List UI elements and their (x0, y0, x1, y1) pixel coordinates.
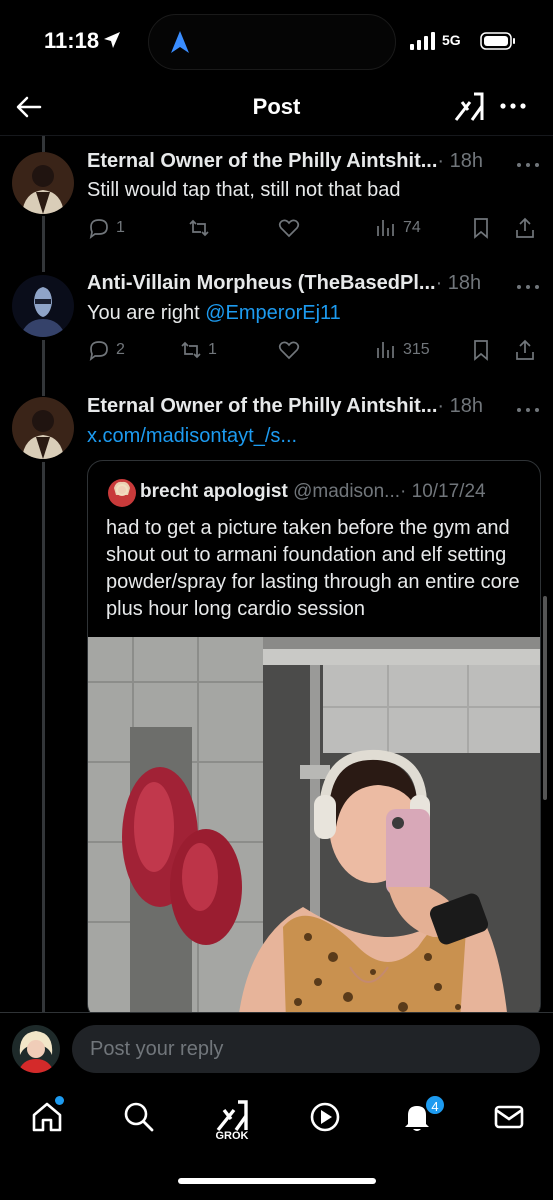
reply-input[interactable] (72, 1025, 540, 1073)
bookmark-icon (474, 340, 488, 361)
like-button[interactable] (277, 214, 306, 242)
heart-icon (278, 219, 300, 238)
thread-connector (42, 340, 45, 396)
avatar[interactable] (12, 152, 74, 214)
video-play-icon[interactable] (308, 1100, 342, 1134)
reply-bar (0, 1012, 553, 1084)
views-button[interactable]: 74 (374, 214, 421, 242)
navigation-arrow-icon (171, 31, 189, 53)
quoted-photo[interactable] (88, 637, 541, 1020)
home-indicator[interactable] (178, 1178, 376, 1184)
bookmark-button[interactable] (469, 214, 498, 242)
display-name[interactable]: Eternal Owner of the Philly Aintshit... (87, 395, 437, 417)
search-icon[interactable] (122, 1100, 156, 1134)
reply-button[interactable]: 2 (87, 336, 125, 364)
thread-connector (42, 462, 45, 1012)
post-header: Post (0, 80, 553, 136)
display-name[interactable]: Anti-Villain Morpheus (TheBasedPl... (87, 272, 436, 294)
quoted-avatar[interactable] (108, 479, 136, 507)
scrollbar[interactable] (543, 596, 547, 800)
tweet-actions: 1 74 (87, 214, 547, 242)
display-name[interactable]: Eternal Owner of the Philly Aintshit... (87, 150, 437, 172)
more-options-icon[interactable] (514, 157, 542, 173)
retweet-button[interactable]: 1 (179, 336, 217, 364)
quoted-display-name[interactable]: brecht apologist (140, 481, 288, 502)
views-chart-icon (377, 220, 394, 236)
retweet-icon (189, 219, 209, 237)
messages-envelope-icon[interactable] (492, 1100, 526, 1134)
views-button[interactable]: 315 (374, 336, 430, 364)
retweet-count: 1 (208, 341, 217, 358)
thread-connector (42, 216, 45, 272)
grok-tab-label: GROK (215, 1130, 249, 1142)
timestamp[interactable]: · 18h (437, 395, 483, 417)
retweet-button[interactable] (187, 214, 216, 242)
mention-link[interactable]: @EmperorEj11 (205, 302, 341, 324)
timestamp[interactable]: · 18h (436, 272, 482, 294)
notifications-badge: 4 (424, 1094, 446, 1116)
view-count: 74 (403, 219, 421, 236)
tweet-link[interactable]: x.com/madisontayt_/s... (87, 423, 537, 449)
heart-icon (278, 341, 300, 360)
view-count: 315 (403, 341, 430, 358)
quoted-date: · 10/17/24 (400, 481, 486, 502)
cellular-signal-icon (410, 32, 435, 50)
views-chart-icon (377, 342, 394, 358)
share-icon (516, 217, 534, 238)
quoted-tweet[interactable]: brecht apologist @madison...· 10/17/24 h… (87, 460, 541, 1020)
bookmark-icon (474, 218, 488, 239)
home-unread-dot (55, 1096, 64, 1105)
share-button[interactable] (513, 214, 542, 242)
more-options-icon[interactable] (514, 402, 542, 418)
share-icon (516, 339, 534, 360)
tweet-text-prefix: You are right (87, 302, 206, 324)
reply-count: 1 (116, 219, 125, 236)
location-arrow-icon (104, 32, 120, 48)
reply-button[interactable]: 1 (87, 214, 125, 242)
bookmark-button[interactable] (469, 336, 498, 364)
avatar[interactable] (12, 397, 74, 459)
tweet-actions: 2 1 315 (87, 336, 547, 364)
more-options-icon[interactable] (514, 279, 542, 295)
more-options-icon[interactable] (498, 94, 528, 118)
reply-icon (89, 341, 108, 362)
home-icon[interactable] (30, 1100, 64, 1134)
reply-icon (89, 219, 108, 240)
share-button[interactable] (513, 336, 542, 364)
battery-icon (480, 32, 515, 50)
user-avatar[interactable] (12, 1025, 60, 1073)
grok-icon[interactable] (452, 90, 486, 124)
timestamp[interactable]: · 18h (437, 150, 483, 172)
network-type: 5G (442, 32, 461, 48)
tweet-text: Still would tap that, still not that bad (87, 179, 401, 201)
tweet-text: You are right @EmperorEj11 (87, 300, 537, 326)
reply-count: 2 (116, 341, 125, 358)
status-bar: 11:18 5G (0, 0, 553, 80)
quoted-handle[interactable]: @madison... (293, 481, 400, 502)
status-time: 11:18 (44, 28, 100, 53)
retweet-icon (181, 341, 201, 359)
avatar[interactable] (12, 275, 74, 337)
like-button[interactable] (277, 336, 306, 364)
thread-connector (42, 136, 45, 152)
quoted-text: had to get a picture taken before the gy… (106, 517, 520, 620)
dynamic-island (148, 14, 396, 70)
